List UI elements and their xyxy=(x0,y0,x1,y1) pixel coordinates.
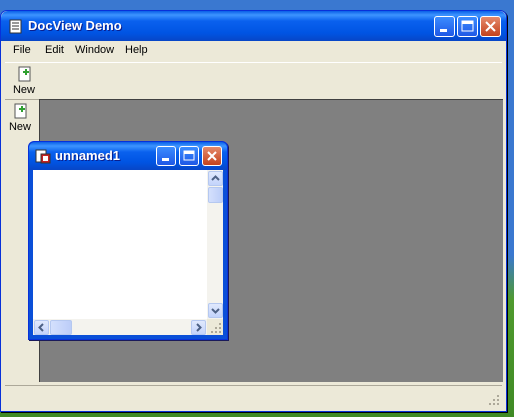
scroll-up-button[interactable] xyxy=(208,171,223,186)
child-window-title: unnamed1 xyxy=(55,148,121,163)
menu-help[interactable]: Help xyxy=(125,44,148,56)
child-close-button[interactable] xyxy=(202,146,222,166)
resize-grip-icon[interactable] xyxy=(488,394,500,406)
child-window: unnamed1 xyxy=(28,141,228,340)
document-area[interactable] xyxy=(33,170,223,335)
new-button[interactable]: New xyxy=(11,64,35,98)
scroll-up-icon xyxy=(211,175,220,181)
app-document-icon xyxy=(9,19,23,34)
window-title: DocView Demo xyxy=(28,18,122,33)
resize-grip-icon[interactable] xyxy=(207,319,223,335)
child-titlebar[interactable]: unnamed1 xyxy=(29,142,227,170)
minimize-button[interactable] xyxy=(434,16,455,37)
child-doc-icon xyxy=(35,148,51,164)
maximize-icon xyxy=(183,150,195,161)
scroll-left-button[interactable] xyxy=(34,320,49,335)
vertical-scrollbar[interactable] xyxy=(207,170,223,319)
scroll-right-button[interactable] xyxy=(191,320,206,335)
new-button-label: New xyxy=(12,84,35,96)
minimize-icon xyxy=(162,158,169,161)
status-bar xyxy=(5,385,502,408)
menu-file[interactable]: File xyxy=(13,44,31,56)
menu-edit[interactable]: Edit xyxy=(45,44,64,56)
close-button[interactable] xyxy=(480,16,501,37)
child-minimize-button[interactable] xyxy=(156,146,176,166)
scroll-left-icon xyxy=(38,323,44,332)
toolbar: New xyxy=(5,62,502,100)
menubar: File Edit Window Help xyxy=(5,41,502,61)
close-icon xyxy=(207,151,217,161)
scroll-down-icon xyxy=(211,308,220,314)
maximize-icon xyxy=(461,20,474,32)
new-document-icon xyxy=(14,103,27,119)
main-titlebar[interactable]: DocView Demo xyxy=(1,11,506,41)
scroll-right-icon xyxy=(196,323,202,332)
new-document-icon xyxy=(18,66,31,82)
scroll-corner xyxy=(207,319,223,335)
horizontal-scroll-thumb[interactable] xyxy=(50,320,72,335)
horizontal-scrollbar[interactable] xyxy=(33,319,207,335)
maximize-button[interactable] xyxy=(457,16,478,37)
mdi-new-label: New xyxy=(8,121,31,133)
minimize-icon xyxy=(440,29,447,32)
vertical-scroll-thumb[interactable] xyxy=(208,187,223,203)
child-maximize-button[interactable] xyxy=(179,146,199,166)
mdi-new-button[interactable]: New xyxy=(7,101,31,135)
menu-window[interactable]: Window xyxy=(75,44,114,56)
scroll-down-button[interactable] xyxy=(208,303,223,318)
close-icon xyxy=(485,21,496,32)
